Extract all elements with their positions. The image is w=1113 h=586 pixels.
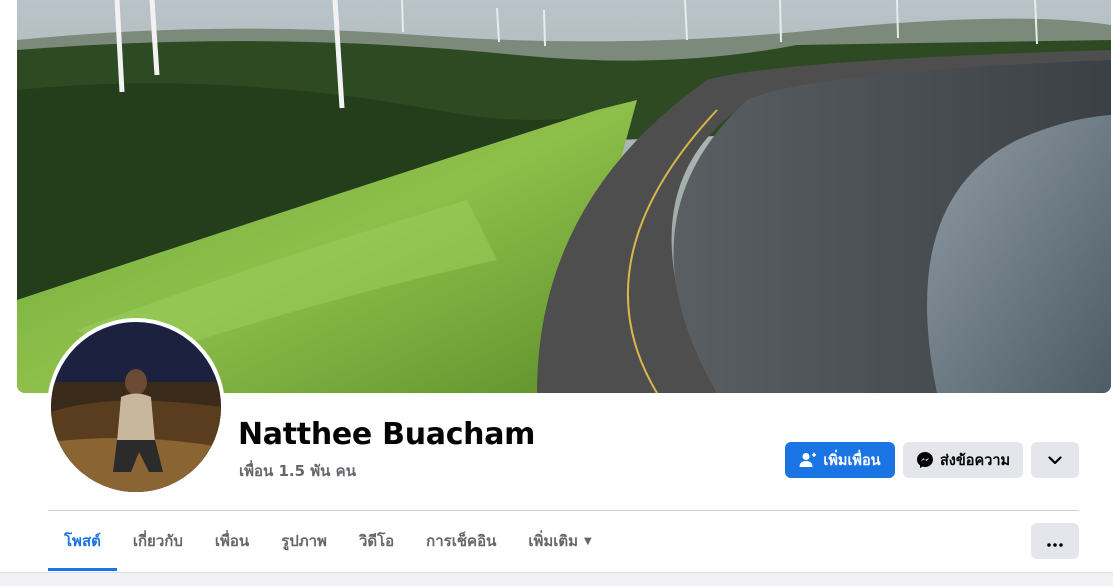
tab-checkins[interactable]: การเช็คอิน	[410, 511, 512, 571]
tab-label: เกี่ยวกับ	[132, 532, 183, 550]
message-button[interactable]: ส่งข้อความ	[903, 442, 1023, 478]
profile-tabs: โพสต์ เกี่ยวกับ เพื่อน รูปภาพ วิดีโอ การ…	[48, 511, 608, 571]
profile-actions-dropdown-button[interactable]	[1031, 442, 1079, 478]
page-background-strip	[0, 572, 1113, 586]
tab-label: เพิ่มเติม	[528, 532, 579, 550]
avatar-image	[51, 322, 221, 492]
tab-friends[interactable]: เพื่อน	[199, 511, 265, 571]
avatar[interactable]	[51, 322, 221, 492]
tabs-more-button[interactable]	[1031, 523, 1079, 559]
caret-down-icon: ▼	[584, 535, 592, 547]
tab-posts[interactable]: โพสต์	[48, 511, 117, 571]
friend-count[interactable]: เพื่อน 1.5 พัน คน	[239, 459, 356, 483]
message-label: ส่งข้อความ	[939, 452, 1011, 469]
add-person-icon	[799, 452, 817, 468]
chevron-down-icon	[1048, 455, 1062, 465]
tab-photos[interactable]: รูปภาพ	[265, 511, 343, 571]
tab-about[interactable]: เกี่ยวกับ	[117, 511, 199, 571]
more-horizontal-icon	[1047, 532, 1063, 551]
tab-label: รูปภาพ	[281, 532, 327, 550]
tab-label: โพสต์	[64, 532, 101, 550]
tab-label: เพื่อน	[214, 532, 250, 550]
profile-avatar-ring[interactable]	[47, 318, 225, 496]
add-friend-button[interactable]: เพิ่มเพื่อน	[785, 442, 895, 478]
tab-videos[interactable]: วิดีโอ	[343, 511, 410, 571]
tab-label: วิดีโอ	[358, 532, 395, 550]
profile-name: Natthee Buacham	[238, 417, 536, 452]
add-friend-label: เพิ่มเพื่อน	[823, 452, 881, 469]
tab-more[interactable]: เพิ่มเติม ▼	[512, 511, 607, 571]
tab-label: การเช็คอิน	[426, 532, 497, 550]
messenger-icon	[916, 451, 934, 469]
